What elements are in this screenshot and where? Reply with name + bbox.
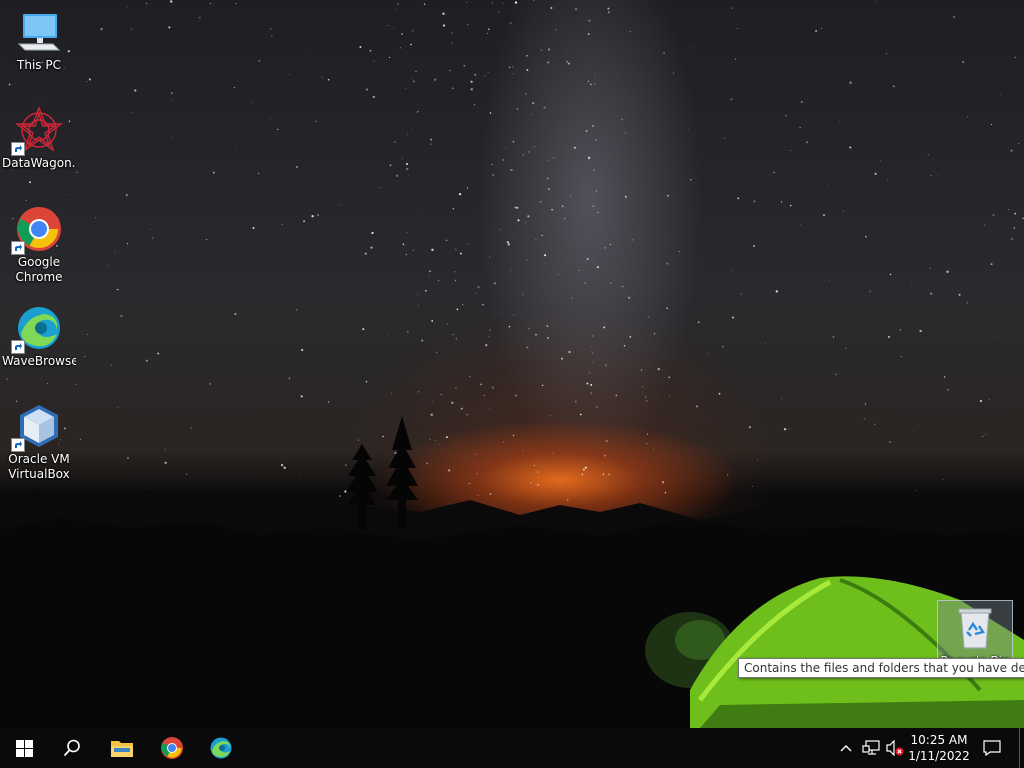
recycle-bin-tooltip: Contains the files and folders that you … — [738, 658, 1024, 678]
desktop-icon-recycle-bin[interactable]: Recycle Bin — [937, 600, 1013, 664]
wavebrowser-icon — [210, 737, 232, 759]
desktop-icon-virtualbox[interactable]: Oracle VM VirtualBox — [2, 402, 76, 482]
network-tray-button[interactable] — [860, 728, 882, 768]
desktop-icon-label: Oracle VM VirtualBox — [8, 452, 70, 481]
desktop-icon-label: This PC — [17, 58, 61, 72]
start-button[interactable] — [0, 728, 48, 768]
taskbar-wavebrowser[interactable] — [197, 728, 245, 768]
desktop-icon-wavebrowser[interactable]: WaveBrowser — [2, 304, 76, 369]
windows-logo-icon — [15, 739, 33, 757]
desktop-icon-label: Google Chrome — [15, 255, 63, 284]
network-icon — [862, 740, 880, 755]
search-icon — [63, 739, 80, 757]
taskbar-file-explorer[interactable] — [98, 728, 146, 768]
volume-tray-button[interactable] — [884, 728, 906, 768]
show-desktop-button[interactable] — [1019, 728, 1024, 768]
taskbar: 10:25 AM 1/11/2022 — [0, 728, 1024, 768]
shortcut-arrow-icon — [11, 438, 25, 452]
clock-date: 1/11/2022 — [908, 749, 970, 763]
desktop-icon-label: DataWagon... — [2, 156, 76, 170]
desktop-icon-datawagon[interactable]: DataWagon... — [2, 106, 76, 171]
clock-time: 10:25 AM — [910, 733, 968, 747]
shortcut-arrow-icon — [11, 241, 25, 255]
chevron-up-icon — [840, 745, 852, 752]
datawagon-icon — [11, 106, 63, 156]
chrome-icon — [161, 737, 183, 759]
computer-icon — [15, 8, 63, 56]
chrome-icon — [11, 205, 63, 255]
shortcut-arrow-icon — [11, 142, 25, 156]
wallpaper-scenery — [0, 0, 1024, 728]
recycle-bin-icon — [951, 604, 999, 652]
search-button[interactable] — [48, 728, 96, 768]
shortcut-arrow-icon — [11, 340, 25, 354]
system-clock[interactable]: 10:25 AM 1/11/2022 — [904, 728, 974, 768]
notification-icon — [983, 740, 1001, 756]
taskbar-google-chrome[interactable] — [148, 728, 196, 768]
wavebrowser-icon — [11, 304, 63, 354]
action-center-button[interactable] — [980, 728, 1004, 768]
folder-icon — [111, 741, 133, 757]
volume-muted-icon — [886, 740, 904, 756]
desktop-icon-label: WaveBrowser — [2, 354, 76, 368]
virtualbox-icon — [11, 402, 63, 452]
desktop-icon-google-chrome[interactable]: Google Chrome — [2, 205, 76, 285]
show-hidden-icons-button[interactable] — [836, 728, 856, 768]
desktop-icon-this-pc[interactable]: This PC — [2, 8, 76, 73]
